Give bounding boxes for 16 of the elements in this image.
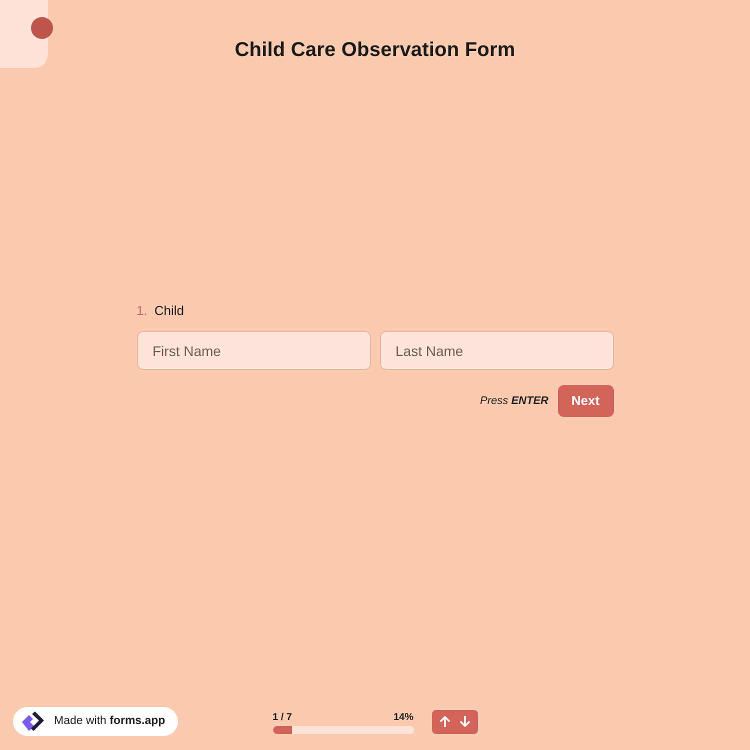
text-field[interactable]: First Name	[136, 331, 370, 370]
progress-percent: 14%	[393, 712, 414, 724]
arrow-down-icon	[460, 716, 470, 727]
next-button[interactable]: Next	[558, 385, 614, 417]
text-field[interactable]: Last Name	[380, 331, 614, 370]
dot-icon	[31, 17, 53, 39]
question-label: Child	[154, 303, 184, 319]
previous-button[interactable]	[432, 710, 454, 734]
form-title: Child Care Observation Form	[234, 38, 516, 63]
keyboard-hint: Press ENTER	[480, 394, 548, 409]
arrow-up-icon	[440, 716, 450, 727]
progress-count: 1 / 7	[272, 712, 292, 724]
question-number: 1.	[136, 303, 148, 319]
made-with-badge[interactable]: Made with forms.app	[13, 707, 178, 736]
next-question-button[interactable]	[454, 710, 478, 734]
corner-panel	[0, 0, 48, 68]
